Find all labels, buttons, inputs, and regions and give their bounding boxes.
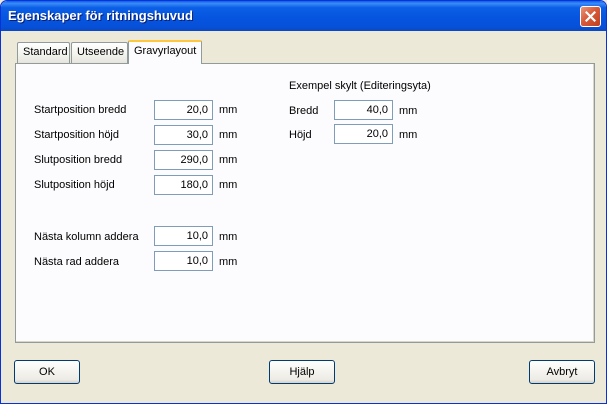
close-icon bbox=[585, 11, 596, 22]
ok-button-label: OK bbox=[39, 366, 55, 378]
tab-gravyrlayout[interactable]: Gravyrlayout bbox=[128, 40, 202, 64]
tab-label: Gravyrlayout bbox=[134, 45, 197, 57]
nasta-kolumn-label: Nästa kolumn addera bbox=[34, 231, 139, 243]
tab-label: Utseende bbox=[77, 46, 125, 58]
startposition-hojd-field[interactable]: 30,0 bbox=[154, 125, 213, 145]
help-button-label: Hjälp bbox=[289, 366, 315, 378]
startposition-bredd-field[interactable]: 20,0 bbox=[154, 100, 213, 120]
startposition-bredd-label: Startposition bredd bbox=[34, 104, 127, 116]
startposition-bredd-unit: mm bbox=[219, 104, 238, 116]
hojd-label: Höjd bbox=[289, 129, 312, 141]
slutposition-hojd-label: Slutposition höjd bbox=[34, 179, 115, 191]
hojd-field[interactable]: 20,0 bbox=[334, 124, 393, 144]
slutposition-hojd-field[interactable]: 180,0 bbox=[154, 175, 213, 195]
dialog-window: Egenskaper för ritningshuvud Standard Ut… bbox=[0, 0, 607, 404]
exempel-skylt-heading: Exempel skylt (Editeringsyta) bbox=[289, 80, 431, 92]
help-button[interactable]: Hjälp bbox=[269, 360, 335, 384]
tab-label: Standard bbox=[23, 46, 68, 58]
close-button[interactable] bbox=[580, 6, 601, 27]
cancel-button-label: Avbryt bbox=[546, 366, 578, 378]
slutposition-bredd-unit: mm bbox=[219, 154, 238, 166]
tab-standard[interactable]: Standard bbox=[17, 42, 70, 63]
startposition-hojd-label: Startposition höjd bbox=[34, 129, 119, 141]
bredd-label: Bredd bbox=[289, 105, 319, 117]
title-bar[interactable]: Egenskaper för ritningshuvud bbox=[1, 1, 606, 31]
bredd-field[interactable]: 40,0 bbox=[334, 100, 393, 120]
window-title: Egenskaper för ritningshuvud bbox=[8, 8, 193, 23]
nasta-rad-field[interactable]: 10,0 bbox=[154, 251, 213, 271]
nasta-kolumn-field[interactable]: 10,0 bbox=[154, 226, 213, 246]
startposition-hojd-unit: mm bbox=[219, 129, 238, 141]
slutposition-bredd-label: Slutposition bredd bbox=[34, 154, 123, 166]
nasta-rad-unit: mm bbox=[219, 256, 238, 268]
bredd-unit: mm bbox=[399, 105, 418, 117]
ok-button[interactable]: OK bbox=[14, 360, 80, 384]
tab-utseende[interactable]: Utseende bbox=[71, 42, 128, 63]
slutposition-hojd-unit: mm bbox=[219, 179, 238, 191]
cancel-button[interactable]: Avbryt bbox=[529, 360, 595, 384]
tab-panel-gravyrlayout: Startposition bredd 20,0 mm Startpositio… bbox=[15, 63, 595, 343]
hojd-unit: mm bbox=[399, 129, 418, 141]
nasta-kolumn-unit: mm bbox=[219, 231, 238, 243]
nasta-rad-label: Nästa rad addera bbox=[34, 256, 119, 268]
slutposition-bredd-field[interactable]: 290,0 bbox=[154, 150, 213, 170]
